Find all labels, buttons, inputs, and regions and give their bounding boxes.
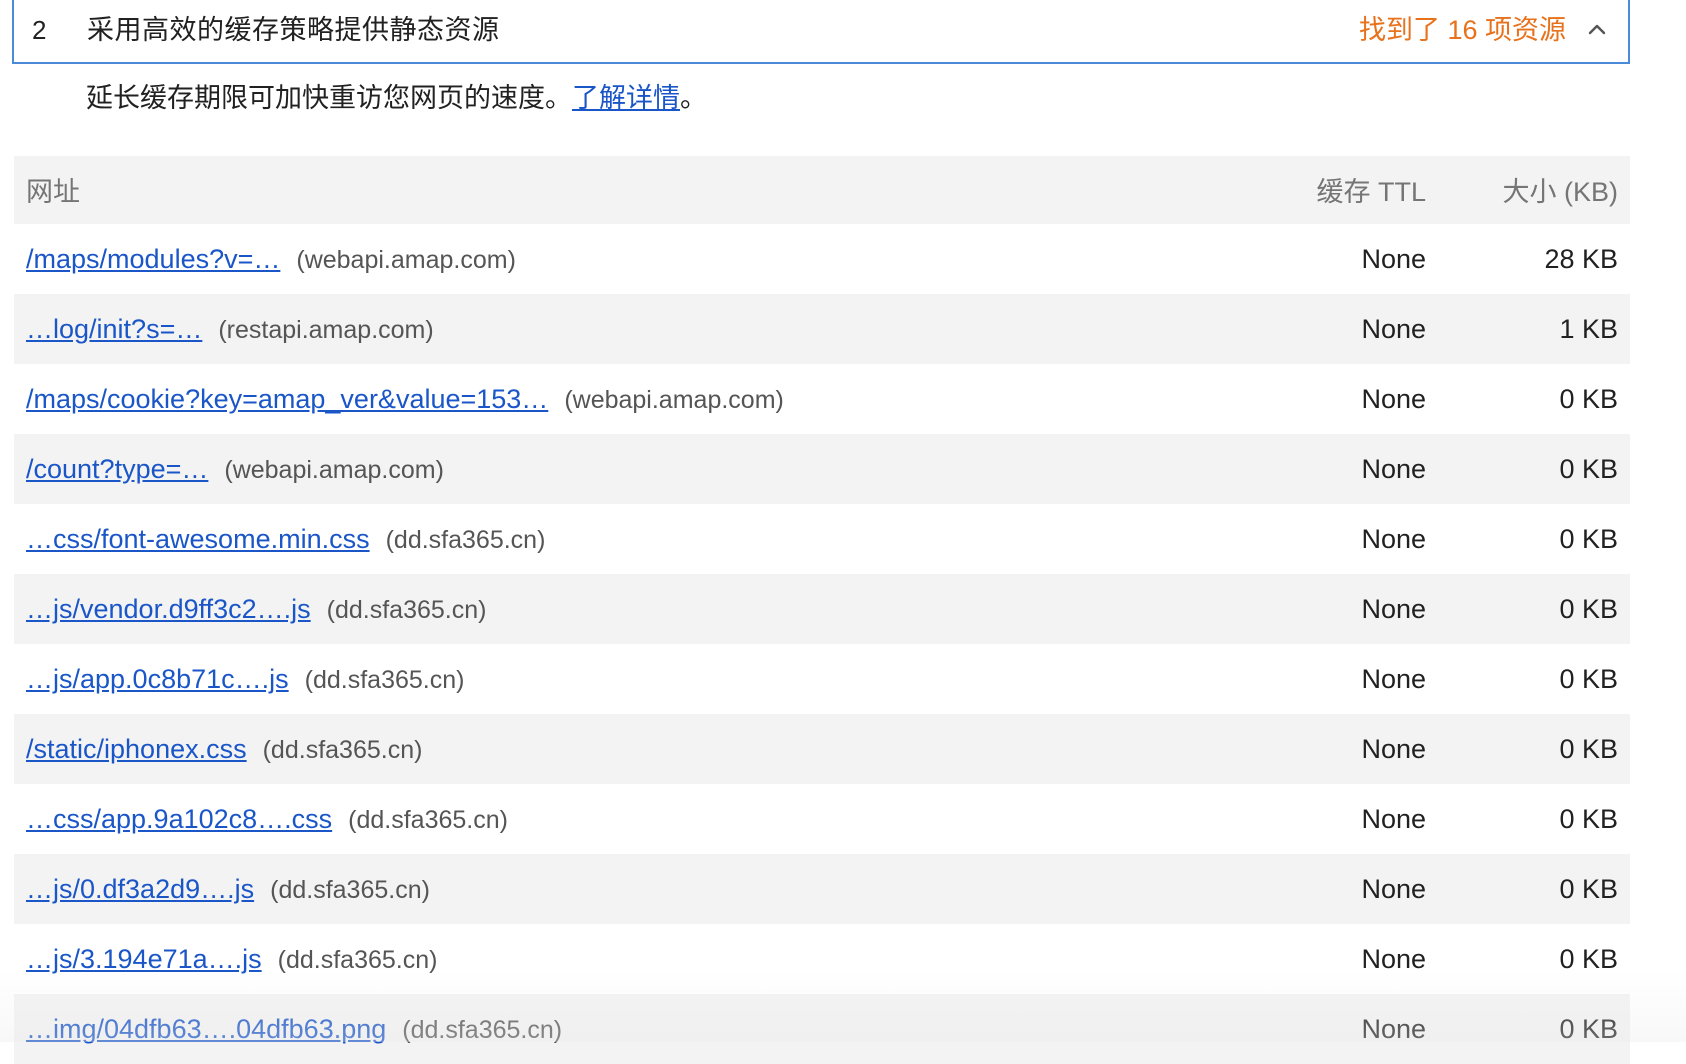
resource-host: (restapi.amap.com) — [218, 316, 434, 344]
table-row: …js/0.df3a2d9….js (dd.sfa365.cn) None 0 K… — [14, 854, 1630, 924]
resource-host: (dd.sfa365.cn) — [270, 876, 430, 904]
resource-url-link[interactable]: …css/font-awesome.min.css — [26, 524, 370, 554]
table-row: …js/vendor.d9ff3c2….js (dd.sfa365.cn) Non… — [14, 574, 1630, 644]
audit-header[interactable]: 2 采用高效的缓存策略提供静态资源 找到了 16 项资源 — [12, 0, 1630, 64]
size-cell: 0 KB — [1559, 1014, 1618, 1044]
audit-cache-policy: 2 采用高效的缓存策略提供静态资源 找到了 16 项资源 延长缓存期限可加快重访… — [0, 0, 1686, 1064]
url-cell: /maps/modules?v=… (webapi.amap.com) — [26, 243, 516, 276]
cache-ttl-cell: None — [1361, 594, 1426, 624]
cache-ttl-cell: None — [1361, 734, 1426, 764]
resource-host: (webapi.amap.com) — [296, 246, 516, 274]
audit-display-value: 找到了 16 项资源 — [1358, 15, 1566, 45]
table-row: …css/app.9a102c8….css (dd.sfa365.cn) None… — [14, 784, 1630, 854]
column-header-url: 网址 — [26, 177, 80, 207]
table-row: /maps/cookie?key=amap_ver&value=153… (web… — [14, 364, 1630, 434]
table-row: …js/3.194e71a….js (dd.sfa365.cn) None 0 K… — [14, 924, 1630, 994]
url-cell: /count?type=… (webapi.amap.com) — [26, 453, 444, 486]
url-cell: …css/app.9a102c8….css (dd.sfa365.cn) — [26, 803, 508, 836]
cache-ttl-cell: None — [1361, 664, 1426, 694]
url-cell: …js/0.df3a2d9….js (dd.sfa365.cn) — [26, 873, 430, 906]
resource-url-link[interactable]: …img/04dfb63….04dfb63.png — [26, 1014, 386, 1044]
learn-more-link[interactable]: 了解详情 — [572, 83, 680, 113]
column-header-size: 大小 (KB) — [1502, 177, 1618, 207]
cache-ttl-cell: None — [1361, 384, 1426, 414]
audit-description-text: 延长缓存期限可加快重访您网页的速度。 — [86, 83, 572, 113]
resource-url-link[interactable]: /maps/modules?v=… — [26, 244, 280, 274]
resource-url-link[interactable]: …js/0.df3a2d9….js — [26, 874, 254, 904]
cache-ttl-cell: None — [1361, 804, 1426, 834]
size-cell: 0 KB — [1559, 454, 1618, 484]
resource-host: (dd.sfa365.cn) — [277, 946, 438, 974]
resource-url-link[interactable]: …css/app.9a102c8….css — [26, 804, 332, 834]
size-cell: 0 KB — [1559, 594, 1618, 624]
url-cell: …log/init?s=… (restapi.amap.com) — [26, 313, 434, 346]
table-row: /maps/modules?v=… (webapi.amap.com) None … — [14, 224, 1630, 294]
audit-index: 2 — [32, 15, 47, 45]
cache-ttl-cell: None — [1361, 944, 1426, 974]
table-row: …img/04dfb63….04dfb63.png (dd.sfa365.cn) … — [14, 994, 1630, 1064]
size-cell: 1 KB — [1559, 314, 1618, 344]
audit-description-suffix: 。 — [680, 83, 707, 113]
cache-ttl-cell: None — [1361, 524, 1426, 554]
size-cell: 0 KB — [1559, 524, 1618, 554]
resource-host: (dd.sfa365.cn) — [326, 596, 487, 624]
size-cell: 0 KB — [1559, 874, 1618, 904]
url-cell: …js/vendor.d9ff3c2….js (dd.sfa365.cn) — [26, 593, 486, 626]
table-row: …js/app.0c8b71c….js (dd.sfa365.cn) None 0… — [14, 644, 1630, 714]
resource-url-link[interactable]: /static/iphonex.css — [26, 734, 247, 764]
url-cell: …js/3.194e71a….js (dd.sfa365.cn) — [26, 943, 437, 976]
resource-host: (dd.sfa365.cn) — [402, 1016, 563, 1044]
url-cell: /static/iphonex.css (dd.sfa365.cn) — [26, 733, 422, 766]
url-cell: /maps/cookie?key=amap_ver&value=153… (web… — [26, 383, 784, 416]
size-cell: 0 KB — [1559, 384, 1618, 414]
cache-ttl-cell: None — [1361, 314, 1426, 344]
resource-host: (dd.sfa365.cn) — [348, 806, 508, 834]
audit-title: 采用高效的缓存策略提供静态资源 — [87, 15, 500, 45]
resource-host: (dd.sfa365.cn) — [304, 666, 465, 694]
cache-ttl-cell: None — [1361, 244, 1426, 274]
resource-host: (webapi.amap.com) — [564, 386, 784, 414]
cache-ttl-cell: None — [1361, 454, 1426, 484]
column-header-cache-ttl: 缓存 TTL — [1316, 177, 1426, 207]
size-cell: 0 KB — [1559, 804, 1618, 834]
table-header: 网址 缓存 TTL 大小 (KB) — [14, 156, 1630, 224]
table-row: …css/font-awesome.min.css (dd.sfa365.cn) … — [14, 504, 1630, 574]
chevron-up-icon[interactable] — [1586, 18, 1608, 40]
table-row: /count?type=… (webapi.amap.com) None 0 KB — [14, 434, 1630, 504]
size-cell: 0 KB — [1559, 944, 1618, 974]
table-row: /static/iphonex.css (dd.sfa365.cn) None 0… — [14, 714, 1630, 784]
resource-url-link[interactable]: …js/vendor.d9ff3c2….js — [26, 594, 311, 624]
size-cell: 0 KB — [1559, 664, 1618, 694]
url-cell: …css/font-awesome.min.css (dd.sfa365.cn) — [26, 523, 545, 556]
resource-url-link[interactable]: /maps/cookie?key=amap_ver&value=153… — [26, 384, 548, 414]
resource-host: (dd.sfa365.cn) — [385, 526, 546, 554]
url-cell: …js/app.0c8b71c….js (dd.sfa365.cn) — [26, 663, 464, 696]
resource-url-link[interactable]: /count?type=… — [26, 454, 208, 484]
resource-host: (webapi.amap.com) — [224, 456, 444, 484]
cache-ttl-cell: None — [1361, 874, 1426, 904]
resource-host: (dd.sfa365.cn) — [262, 736, 423, 764]
table-row: …log/init?s=… (restapi.amap.com) None 1 K… — [14, 294, 1630, 364]
resource-url-link[interactable]: …js/3.194e71a….js — [26, 944, 262, 974]
resource-url-link[interactable]: …js/app.0c8b71c….js — [26, 664, 289, 694]
size-cell: 28 KB — [1544, 244, 1618, 274]
audit-description: 延长缓存期限可加快重访您网页的速度。了解详情。 — [86, 80, 707, 116]
resource-table: 网址 缓存 TTL 大小 (KB) /maps/modules?v=… (weba… — [14, 156, 1630, 1064]
url-cell: …img/04dfb63….04dfb63.png (dd.sfa365.cn) — [26, 1013, 562, 1046]
size-cell: 0 KB — [1559, 734, 1618, 764]
resource-url-link[interactable]: …log/init?s=… — [26, 314, 202, 344]
cache-ttl-cell: None — [1361, 1014, 1426, 1044]
